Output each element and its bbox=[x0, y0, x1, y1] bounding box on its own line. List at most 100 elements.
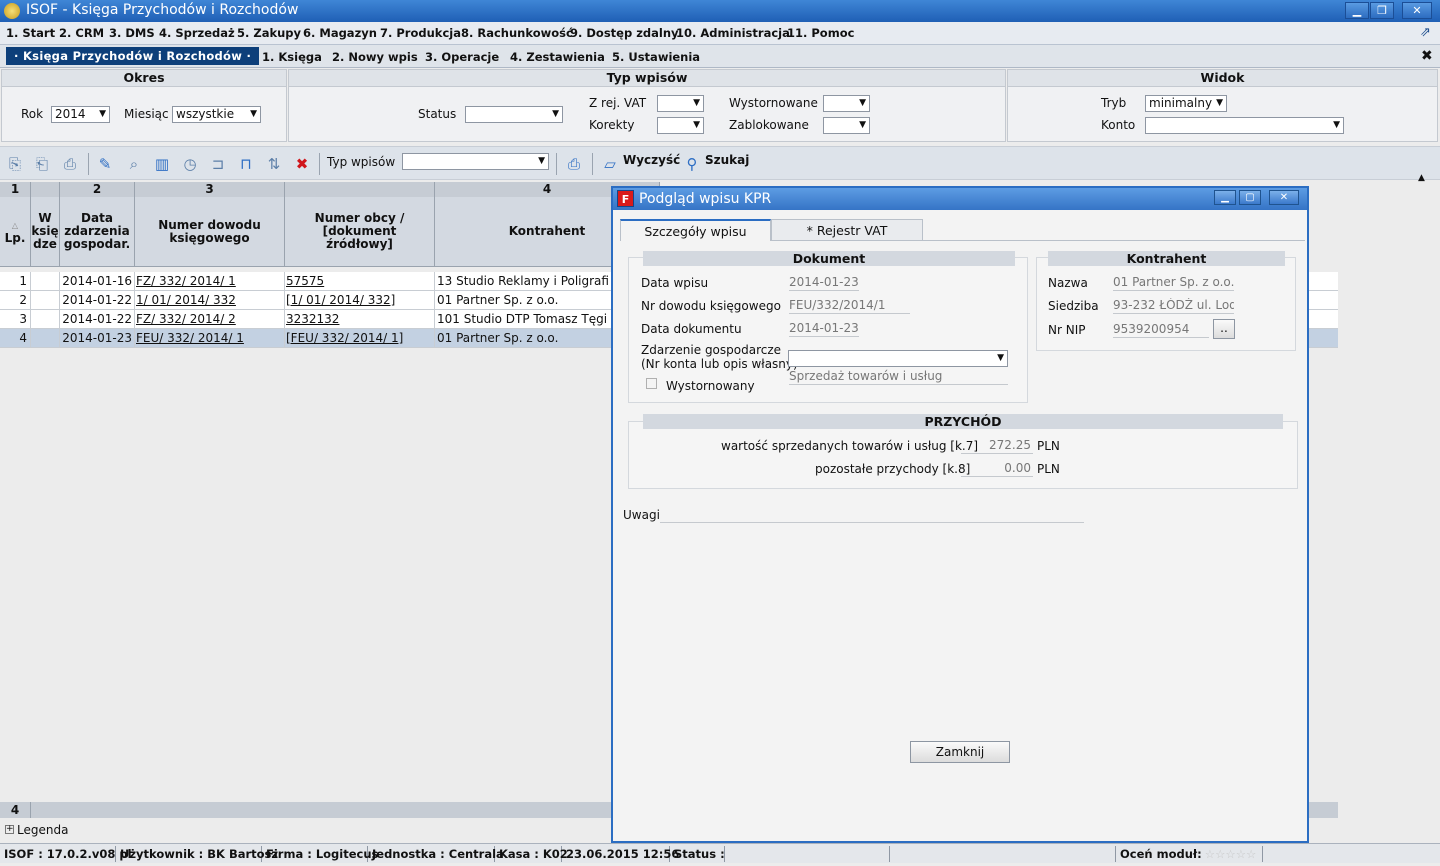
cell-numer-link[interactable]: FZ/ 332/ 2014/ 2 bbox=[135, 310, 285, 329]
dialog-titlebar: F Podgląd wpisu KPR ▁ ▢ ✕ bbox=[613, 188, 1307, 210]
menu-dms[interactable]: 3. DMS bbox=[109, 26, 155, 40]
menu-administracja[interactable]: 10. Administracja bbox=[676, 26, 790, 40]
zdarzenie-select[interactable]: ▼ bbox=[788, 350, 1008, 367]
search-icon[interactable]: ⚲ bbox=[683, 155, 701, 173]
minimize-button[interactable]: ▁ bbox=[1345, 2, 1369, 19]
submenu-nowy-wpis[interactable]: 2. Nowy wpis bbox=[332, 50, 418, 64]
zrejvat-label: Z rej. VAT bbox=[589, 96, 647, 110]
cell-numer-link[interactable]: 1/ 01/ 2014/ 332 bbox=[135, 291, 285, 310]
cell-numer-link[interactable]: FZ/ 332/ 2014/ 1 bbox=[135, 272, 285, 291]
status-label: Status bbox=[418, 107, 457, 121]
submenu-zestawienia[interactable]: 4. Zestawienia bbox=[510, 50, 605, 64]
korekty-select[interactable]: ▼ bbox=[657, 117, 704, 134]
submenu-ustawienia[interactable]: 5. Ustawienia bbox=[612, 50, 700, 64]
restore-button[interactable]: ❐ bbox=[1370, 2, 1394, 19]
unlock-icon[interactable]: ⊐ bbox=[209, 155, 227, 173]
collapse-icon[interactable]: ▲ bbox=[1418, 173, 1425, 183]
history-icon[interactable]: ◷ bbox=[181, 155, 199, 173]
delete-icon[interactable]: ✖ bbox=[293, 155, 311, 173]
szukaj-button[interactable]: Szukaj bbox=[705, 153, 749, 167]
rate-module: Oceń moduł: ☆☆☆☆☆ bbox=[1115, 846, 1263, 862]
cell-kontrahent: 01 Partner Sp. z o.o. bbox=[435, 329, 615, 348]
module-menu: · Księga Przychodów i Rozchodów · 1. Ksi… bbox=[0, 45, 1440, 68]
lock-icon[interactable]: ⊓ bbox=[237, 155, 255, 173]
status-empty bbox=[725, 846, 890, 862]
menu-crm[interactable]: 2. CRM bbox=[59, 26, 104, 40]
tab-rejestr-vat[interactable]: * Rejestr VAT bbox=[771, 219, 923, 241]
cell-obcy-link[interactable]: [FEU/ 332/ 2014/ 1] bbox=[285, 329, 435, 348]
header-numer-obcy[interactable]: Numer obcy / [dokument źródłowy] bbox=[285, 197, 435, 267]
wystornowane-label: Wystornowane bbox=[729, 96, 818, 110]
chevron-down-icon: ▼ bbox=[99, 109, 106, 119]
popout-icon[interactable]: ⇗ bbox=[1420, 25, 1431, 40]
wyczysc-button[interactable]: Wyczyść bbox=[623, 153, 680, 167]
zrejvat-select[interactable]: ▼ bbox=[657, 95, 704, 112]
header-data[interactable]: Data zdarzenia gospodar. bbox=[60, 197, 135, 267]
eraser-icon[interactable]: ▱ bbox=[601, 155, 619, 173]
submenu-operacje[interactable]: 3. Operacje bbox=[425, 50, 499, 64]
menu-pomoc[interactable]: 11. Pomoc bbox=[787, 26, 854, 40]
uwagi-label: Uwagi bbox=[623, 508, 660, 522]
cell-lp: 1 bbox=[0, 272, 31, 291]
columns-icon[interactable]: ▥ bbox=[153, 155, 171, 173]
cell-data: 2014-01-23 bbox=[60, 329, 135, 348]
legend-link[interactable]: Legenda bbox=[17, 823, 68, 837]
header-numer-dowodu[interactable]: Numer dowodu księgowego bbox=[135, 197, 285, 267]
cell-obcy-link[interactable]: 3232132 bbox=[285, 310, 435, 329]
tab-divider bbox=[923, 240, 1305, 241]
menu-rachunkowosc[interactable]: 8. Rachunkowość bbox=[461, 26, 573, 40]
edit-pencil-icon[interactable]: ✎ bbox=[96, 155, 114, 173]
kontrahent-more-button[interactable]: .. bbox=[1213, 319, 1235, 339]
module-tab-kpir[interactable]: · Księga Przychodów i Rozchodów · bbox=[6, 47, 260, 65]
tryb-select[interactable]: minimalny ▼ bbox=[1145, 95, 1227, 112]
col-number-blank bbox=[285, 182, 435, 197]
miesiac-select[interactable]: wszystkie ▼ bbox=[172, 106, 261, 123]
menu-start[interactable]: 1. Start bbox=[6, 26, 55, 40]
typ-wpisow-panel: Status ▼ Z rej. VAT ▼ Korekty ▼ Wystorno… bbox=[288, 87, 1006, 142]
typ-wpisow-select[interactable]: ▼ bbox=[402, 153, 549, 170]
menu-produkcja[interactable]: 7. Produkcja bbox=[380, 26, 461, 40]
sort-icon[interactable]: ⇅ bbox=[265, 155, 283, 173]
wartosc-label: wartość sprzedanych towarów i usług [k.7… bbox=[721, 439, 979, 453]
dialog-maximize-button[interactable]: ▢ bbox=[1239, 190, 1261, 205]
menu-magazyn[interactable]: 6. Magazyn bbox=[303, 26, 377, 40]
dialog-close-button[interactable]: ✕ bbox=[1269, 190, 1299, 205]
siedziba-label: Siedziba bbox=[1048, 299, 1099, 313]
menu-zakupy[interactable]: 5. Zakupy bbox=[237, 26, 301, 40]
wystornowane-select[interactable]: ▼ bbox=[823, 95, 870, 112]
konto-select[interactable]: ▼ bbox=[1145, 117, 1344, 134]
export-icon[interactable]: ⎘ bbox=[6, 155, 24, 173]
chevron-down-icon: ▼ bbox=[859, 120, 866, 130]
zdarzenie-opis: Sprzedaż towarów i usług bbox=[789, 369, 1008, 385]
dialog-minimize-button[interactable]: ▁ bbox=[1214, 190, 1236, 205]
menu-dostep-zdalny[interactable]: 9. Dostęp zdalny bbox=[570, 26, 679, 40]
submenu-ksiega[interactable]: 1. Księga bbox=[262, 50, 322, 64]
cell-obcy-link[interactable]: 57575 bbox=[285, 272, 435, 291]
expand-icon[interactable]: + bbox=[5, 825, 14, 834]
wystornowany-checkbox[interactable] bbox=[646, 378, 657, 389]
rok-label: Rok bbox=[21, 107, 44, 121]
menu-sprzedaz[interactable]: 4. Sprzedaż bbox=[159, 26, 235, 40]
rating-stars-icon[interactable]: ☆☆☆☆☆ bbox=[1205, 847, 1257, 861]
header-w-ksiedze[interactable]: W księ dze bbox=[31, 197, 60, 267]
cell-numer-link[interactable]: FEU/ 332/ 2014/ 1 bbox=[135, 329, 285, 348]
print-icon[interactable]: ⎙ bbox=[565, 155, 583, 173]
typ-wpisow-label: Typ wpisów bbox=[327, 155, 396, 169]
cell-data: 2014-01-22 bbox=[60, 291, 135, 310]
preview-icon[interactable]: ⌕ bbox=[125, 155, 143, 173]
rok-select[interactable]: 2014 ▼ bbox=[51, 106, 110, 123]
col-number-3: 3 bbox=[135, 182, 285, 197]
close-module-icon[interactable]: ✖ bbox=[1421, 48, 1433, 64]
zablokowane-select[interactable]: ▼ bbox=[823, 117, 870, 134]
close-window-button[interactable]: ✕ bbox=[1402, 2, 1432, 19]
uwagi-field[interactable] bbox=[660, 507, 1084, 523]
okres-header: Okres bbox=[1, 69, 287, 87]
zamknij-button[interactable]: Zamknij bbox=[910, 741, 1010, 763]
tab-szczegoly[interactable]: Szczegóły wpisu bbox=[620, 219, 771, 241]
import-icon[interactable]: ⎗ bbox=[33, 155, 51, 173]
save-copy-icon[interactable]: ⎙ bbox=[61, 155, 79, 173]
cell-obcy-link[interactable]: [1/ 01/ 2014/ 332] bbox=[285, 291, 435, 310]
widok-header: Widok bbox=[1007, 69, 1438, 87]
header-lp[interactable]: △ Lp. bbox=[0, 197, 31, 267]
status-select[interactable]: ▼ bbox=[465, 106, 563, 123]
